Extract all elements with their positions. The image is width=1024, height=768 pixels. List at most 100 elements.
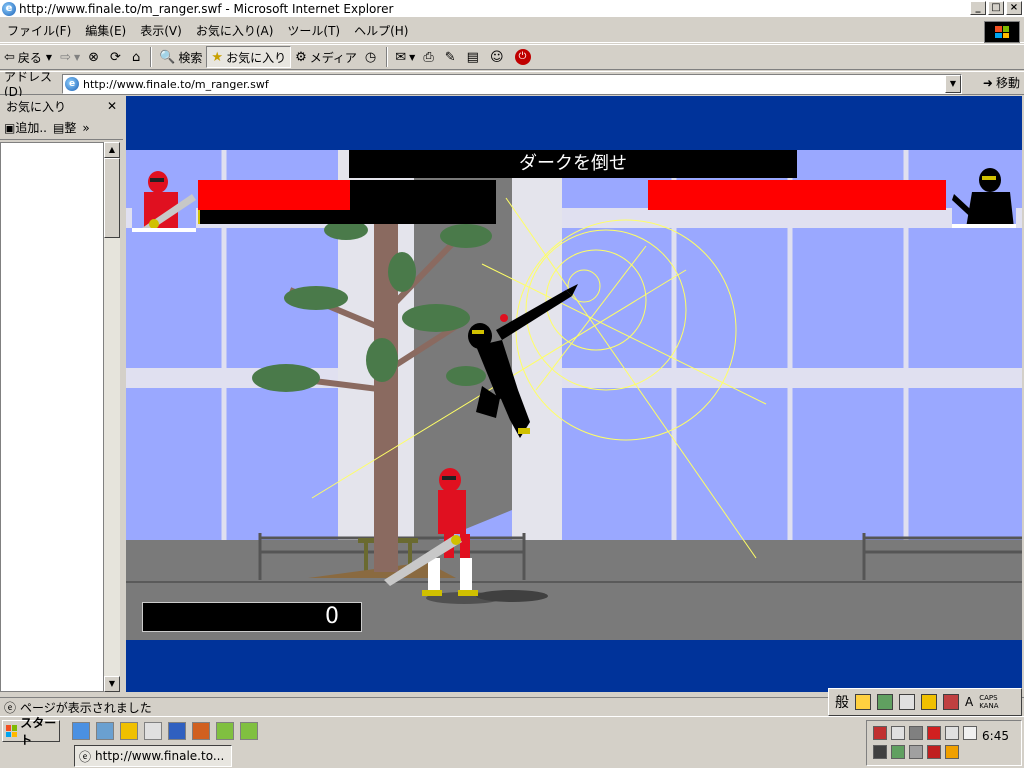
tray-timer-icon[interactable]: [963, 726, 977, 740]
edit-button[interactable]: ✎: [441, 46, 463, 68]
menu-edit[interactable]: 編集(E): [78, 22, 133, 39]
tray-network-icon[interactable]: [873, 745, 887, 759]
taskbar-ie-window[interactable]: ⓔ http://www.finale.to...: [74, 745, 232, 767]
search-icon: 🔍: [159, 49, 176, 65]
game-stage[interactable]: ダークを倒せ 0: [126, 150, 1022, 640]
status-message: ⓔ ページが表示されました: [4, 700, 152, 715]
tray-update-icon[interactable]: [945, 745, 959, 759]
quicklaunch-editor-icon[interactable]: [168, 722, 186, 740]
go-label: 移動: [995, 76, 1020, 90]
status-page-icon: ⓔ: [4, 700, 17, 715]
toolbar: ⇦ 戻る ▼ ⇨ ▼ ⊗ ⟳ ⌂ 🔍 検索 ★ お気に入り ⚙ メディア ◷ ✉…: [0, 44, 1024, 70]
ime-pad-icon[interactable]: [877, 694, 893, 710]
ime-properties-icon[interactable]: [943, 694, 959, 710]
address-input[interactable]: [83, 77, 943, 91]
score-display: 0: [142, 602, 362, 632]
toolbar-separator: [386, 47, 389, 67]
enemy-health-bar: [648, 180, 946, 210]
menu-file[interactable]: ファイル(F): [0, 22, 78, 39]
favorites-close-icon[interactable]: ✕: [107, 99, 117, 113]
scroll-thumb[interactable]: [104, 158, 120, 238]
go-button[interactable]: ➜ 移動: [983, 74, 1020, 91]
address-dropdown-icon[interactable]: ▼: [945, 75, 961, 93]
enemy-health-fill: [648, 180, 946, 210]
clock[interactable]: 6:45: [982, 729, 1009, 743]
favorites-add-button[interactable]: ▣追加..: [4, 119, 47, 136]
close-button[interactable]: ×: [1006, 1, 1022, 15]
tray-monitor-icon[interactable]: [891, 745, 905, 759]
organize-icon: ▤: [52, 121, 65, 135]
favorites-list[interactable]: [0, 142, 104, 692]
system-tray: 6:45: [866, 720, 1022, 766]
ranger-portrait: [132, 168, 196, 232]
tray-device-icon[interactable]: [909, 745, 923, 759]
tray-disk-icon[interactable]: [891, 726, 905, 740]
toolbar-separator: [150, 47, 153, 67]
quicklaunch-media-icon[interactable]: [120, 722, 138, 740]
power-button[interactable]: ⏻: [511, 46, 535, 68]
stop-button[interactable]: ⊗: [84, 46, 106, 68]
home-button[interactable]: ⌂: [128, 46, 147, 68]
menu-tools[interactable]: ツール(T): [280, 22, 347, 39]
favorites-star-icon: ★: [211, 49, 224, 65]
forward-dropdown-icon[interactable]: ▼: [74, 53, 80, 62]
back-arrow-icon: ⇦: [4, 49, 15, 65]
media-icon: ⚙: [295, 49, 307, 65]
menu-view[interactable]: 表示(V): [133, 22, 189, 39]
menu-help[interactable]: ヘルプ(H): [347, 22, 415, 39]
quicklaunch-tool2-icon[interactable]: [240, 722, 258, 740]
stop-icon: ⊗: [88, 49, 100, 65]
ime-mode[interactable]: 般: [835, 692, 849, 712]
ime-dictionary-icon[interactable]: [899, 694, 915, 710]
tray-pen-icon[interactable]: [873, 726, 887, 740]
player-health-fill: [198, 180, 350, 210]
favorites-button[interactable]: ★ お気に入り: [206, 46, 292, 68]
refresh-icon: ⟳: [110, 49, 121, 65]
tray-antivirus-icon[interactable]: [927, 745, 941, 759]
quicklaunch-ie-icon[interactable]: [72, 722, 90, 740]
back-button[interactable]: ⇦ 戻る ▼: [0, 46, 56, 68]
flash-game[interactable]: ダークを倒せ 0: [126, 96, 1022, 692]
media-button[interactable]: ⚙ メディア: [291, 46, 361, 68]
start-button[interactable]: スタート: [2, 716, 60, 747]
quicklaunch-outlook-icon[interactable]: [96, 722, 114, 740]
history-button[interactable]: ◷: [361, 46, 383, 68]
window-title: http://www.finale.to/m_ranger.swf - Micr…: [19, 1, 394, 16]
minimize-button[interactable]: _: [970, 1, 986, 15]
ime-language-icon[interactable]: A: [965, 695, 973, 709]
menu-favorites[interactable]: お気に入り(A): [189, 22, 281, 39]
print-button[interactable]: ⎙: [419, 46, 440, 68]
maximize-button[interactable]: □: [988, 1, 1004, 15]
go-arrow-icon: ➜: [982, 75, 993, 90]
discuss-icon: ▤: [466, 49, 479, 65]
page-icon: e: [65, 77, 79, 91]
ime-help-icon[interactable]: [921, 694, 937, 710]
favorites-organize-button[interactable]: ▤整: [53, 119, 76, 136]
quicklaunch-tool-icon[interactable]: [216, 722, 234, 740]
ime-kana-icon[interactable]: [855, 694, 871, 710]
search-button[interactable]: 🔍 検索: [155, 46, 206, 68]
tray-acrobat-icon[interactable]: [927, 726, 941, 740]
back-dropdown-icon[interactable]: ▼: [46, 53, 52, 62]
power-icon: ⏻: [514, 49, 531, 65]
back-label: 戻る: [17, 50, 42, 65]
chevron-more-icon[interactable]: »: [82, 121, 89, 135]
scroll-up-icon[interactable]: ▲: [104, 142, 120, 158]
quicklaunch-app-icon[interactable]: [192, 722, 210, 740]
favorites-scrollbar[interactable]: ▲ ▼: [104, 142, 120, 692]
scroll-down-icon[interactable]: ▼: [104, 676, 120, 692]
tray-volume-icon[interactable]: [909, 726, 923, 740]
quicklaunch-desktop-icon[interactable]: [144, 722, 162, 740]
forward-button[interactable]: ⇨ ▼: [56, 46, 84, 68]
add-favorite-icon: ▣: [4, 121, 16, 135]
window-controls: _ □ ×: [970, 1, 1022, 15]
media-label: メディア: [309, 50, 357, 65]
refresh-button[interactable]: ⟳: [106, 46, 128, 68]
forward-arrow-icon: ⇨: [60, 49, 71, 65]
player-health-bar: [198, 180, 496, 210]
mail-button[interactable]: ✉ ▼: [391, 46, 419, 68]
discuss-button[interactable]: ▤: [463, 46, 486, 68]
messenger-button[interactable]: ☺: [486, 46, 511, 68]
tray-clock-icon[interactable]: [945, 726, 959, 740]
mail-icon: ✉: [395, 49, 407, 65]
